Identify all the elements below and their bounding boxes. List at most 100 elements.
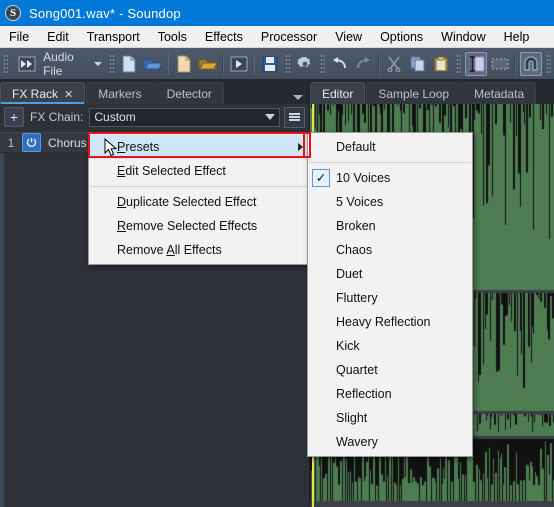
toolbar-grip[interactable] (109, 53, 115, 74)
chevron-down-icon[interactable] (265, 114, 275, 120)
preset-label: Heavy Reflection (336, 315, 431, 329)
preset-item-slight[interactable]: Slight (308, 406, 472, 430)
menu-item-label: Remove Selected Effects (117, 219, 258, 233)
add-effect-button[interactable]: + (4, 107, 24, 127)
preset-label: Default (336, 140, 376, 154)
fx-chain-select[interactable]: Custom (89, 107, 280, 127)
tab-markers[interactable]: Markers (86, 82, 154, 104)
effect-index: 1 (7, 135, 15, 150)
tab-label: Metadata (474, 87, 525, 101)
preset-item-10-voices[interactable]: ✓ 10 Voices (308, 166, 472, 190)
menu-separator (309, 162, 471, 163)
toolbar-separator (253, 52, 256, 75)
fast-forward-icon[interactable] (16, 52, 37, 76)
context-menu-item-duplicate-selected-effect[interactable]: Duplicate Selected Effect (89, 190, 310, 214)
menu-item-label: Edit Selected Effect (117, 164, 226, 178)
preset-item-duet[interactable]: Duet (308, 262, 472, 286)
fx-chain-bar: + FX Chain: Custom (0, 104, 309, 130)
cut-scissors-icon[interactable] (384, 52, 405, 76)
left-tab-strip: FX Rack ✕ Markers Detector (0, 80, 309, 104)
preset-label: Duet (336, 267, 363, 281)
effect-power-toggle-icon[interactable] (22, 133, 41, 152)
mode-label: Audio File (43, 49, 74, 78)
toolbar-grip[interactable] (319, 53, 326, 74)
tab-editor[interactable]: Editor (310, 82, 366, 104)
menu-item-window[interactable]: Window (432, 26, 494, 48)
menu-item-transport[interactable]: Transport (78, 26, 149, 48)
menu-item-help[interactable]: Help (495, 26, 539, 48)
undo-icon[interactable] (329, 52, 350, 76)
preset-label: Kick (336, 339, 360, 353)
submenu-arrow-icon (298, 143, 303, 151)
menu-item-label: Duplicate Selected Effect (117, 195, 257, 209)
preset-item-wavery[interactable]: Wavery (308, 430, 472, 454)
menu-item-options[interactable]: Options (371, 26, 432, 48)
context-menu-item-edit-selected-effect[interactable]: Edit Selected Effect (89, 159, 310, 183)
toolbar-separator (377, 52, 380, 75)
menu-item-file[interactable]: File (0, 26, 38, 48)
fx-chain-menu-button[interactable] (284, 106, 305, 128)
context-menu-item-remove-all-effects[interactable]: Remove All Effects (89, 238, 310, 262)
tab-label: FX Rack (12, 87, 59, 101)
tab-overflow-chevron-icon[interactable] (293, 95, 303, 100)
preset-item-5-voices[interactable]: 5 Voices (308, 190, 472, 214)
text-cursor-tool-icon[interactable] (465, 51, 487, 76)
toolbar-separator (514, 52, 517, 75)
right-tab-strip: Editor Sample Loop Metadata (310, 80, 554, 104)
marquee-select-icon[interactable] (489, 52, 510, 76)
fx-chain-label: FX Chain: (30, 110, 84, 124)
preset-item-heavy-reflection[interactable]: Heavy Reflection (308, 310, 472, 334)
tab-sample-loop[interactable]: Sample Loop (366, 82, 462, 104)
preset-label: Reflection (336, 387, 392, 401)
menu-item-processor[interactable]: Processor (252, 26, 326, 48)
toolbar-separator (167, 52, 170, 75)
menu-item-tools[interactable]: Tools (149, 26, 196, 48)
open-file-icon[interactable] (142, 52, 163, 76)
preset-item-reflection[interactable]: Reflection (308, 382, 472, 406)
copy-icon[interactable] (407, 52, 428, 76)
title-bar: S Song001.wav* - Soundop (0, 0, 554, 26)
window-title: Song001.wav* - Soundop (29, 5, 181, 21)
preset-label: Quartet (336, 363, 378, 377)
magnet-snap-icon[interactable] (520, 51, 542, 76)
tab-detector[interactable]: Detector (154, 82, 224, 104)
chevron-down-icon[interactable] (94, 61, 103, 66)
pane-scroll-edge[interactable] (0, 153, 4, 507)
tab-metadata[interactable]: Metadata (462, 82, 537, 104)
menu-item-effects[interactable]: Effects (196, 26, 252, 48)
preset-item-kick[interactable]: Kick (308, 334, 472, 358)
toolbar-grip[interactable] (545, 53, 551, 74)
settings-gear-icon[interactable] (294, 52, 315, 76)
preset-item-chaos[interactable]: Chaos (308, 238, 472, 262)
presets-submenu[interactable]: Default ✓ 10 Voices 5 Voices Broken Chaos Duet… (307, 132, 473, 457)
preset-label: Chaos (336, 243, 373, 257)
tab-label: Editor (322, 87, 354, 101)
close-icon[interactable]: ✕ (64, 89, 73, 101)
toolbar-grip[interactable] (456, 53, 462, 74)
list-icon (289, 112, 300, 122)
checkmark-icon: ✓ (312, 169, 330, 187)
preset-item-quartet[interactable]: Quartet (308, 358, 472, 382)
context-menu-item-remove-selected-effects[interactable]: Remove Selected Effects (89, 214, 310, 238)
menu-item-edit[interactable]: Edit (38, 26, 78, 48)
mode-selector[interactable]: Audio File (11, 49, 106, 78)
context-menu-item-presets[interactable]: Presets (89, 135, 310, 159)
effect-name: Chorus (48, 135, 87, 150)
save-icon[interactable] (259, 52, 280, 76)
new-session-icon[interactable] (173, 52, 194, 76)
new-file-icon[interactable] (119, 52, 140, 76)
fx-context-menu[interactable]: Presets Edit Selected Effect Duplicate Sel… (88, 132, 311, 265)
redo-icon[interactable] (352, 52, 373, 76)
preset-item-fluttery[interactable]: Fluttery (308, 286, 472, 310)
open-session-icon[interactable] (197, 52, 218, 76)
tab-fx-rack[interactable]: FX Rack ✕ (0, 82, 86, 104)
fx-chain-value: Custom (94, 110, 136, 124)
preset-label: Fluttery (336, 291, 378, 305)
paste-icon[interactable] (431, 52, 452, 76)
play-icon[interactable] (228, 52, 249, 76)
toolbar-grip[interactable] (3, 53, 9, 74)
menu-item-view[interactable]: View (326, 26, 371, 48)
preset-item-default[interactable]: Default (308, 135, 472, 159)
toolbar-grip[interactable] (284, 53, 291, 74)
preset-item-broken[interactable]: Broken (308, 214, 472, 238)
